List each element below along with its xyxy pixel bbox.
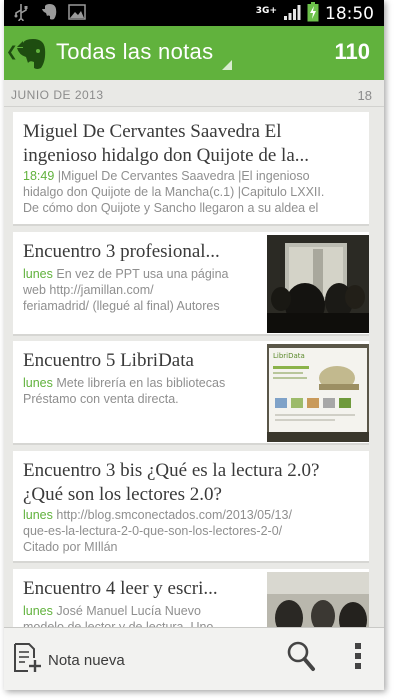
note-snippet-text: web http://jamillan.com/ — [23, 283, 154, 297]
screen: 3G+ 18:50 ❮ Todas las notas 110 JUNIO DE… — [4, 0, 384, 690]
month-section-header: JUNIO DE 2013 18 — [4, 86, 384, 108]
note-title: Encuentro 5 LibriData — [23, 350, 194, 371]
network-type: 3G+ — [255, 5, 277, 16]
note-snippet-text: hidalgo don Quijote de la Mancha(c.1) |C… — [23, 185, 325, 199]
note-snippet-text: En vez de PPT usa una página — [52, 267, 229, 281]
note-snippet-text: José Manuel Lucía Nuevo — [52, 604, 201, 618]
note-title-line: Encuentro 3 bis ¿Qué es la lectura 2.0? — [23, 460, 320, 481]
note-date: lunes — [23, 604, 53, 618]
note-title-line: Miguel De Cervantes Saavedra El — [23, 121, 282, 142]
note-date: lunes — [23, 376, 53, 390]
note-title-line: ingenioso hidalgo don Quijote de la... — [23, 145, 310, 166]
search-icon[interactable] — [286, 640, 316, 672]
bottom-action-bar: Nota nueva — [4, 627, 384, 690]
phone-frame: 3G+ 18:50 ❮ Todas las notas 110 JUNIO DE… — [0, 0, 409, 700]
action-bar: ❮ Todas las notas 110 — [4, 26, 384, 80]
note-snippet-text: feriamadrid/ (llegué al final) Autores — [23, 299, 220, 313]
overflow-menu-icon[interactable] — [351, 640, 365, 672]
note-title: Encuentro 3 bis ¿Qué es la lectura 2.0? … — [23, 459, 320, 507]
note-snippet-text: que-es-la-lectura-2-0-que-son-los-lector… — [23, 524, 283, 538]
evernote-logo-icon[interactable] — [14, 35, 50, 71]
note-snippet-text: Préstamo con venta directa. — [23, 392, 179, 406]
status-bar: 3G+ 18:50 — [4, 0, 384, 26]
note-count: 110 — [334, 39, 371, 64]
usb-icon — [12, 3, 30, 21]
note-title: Miguel De Cervantes Saavedra El ingenios… — [23, 120, 309, 168]
note-date: 18:49 — [23, 169, 55, 183]
section-count: 18 — [357, 88, 372, 103]
note-snippet-text: Citado por MIllán — [23, 540, 118, 554]
new-note-button[interactable]: Nota nueva — [12, 642, 125, 678]
note-date: lunes — [23, 267, 53, 281]
note-snippet: lunes http://blog.smconectados.com/2013/… — [23, 507, 363, 555]
note-snippet: lunes Mete librería en las bibliotecas P… — [23, 375, 268, 407]
note-snippet: 18:49 |Miguel De Cervantes Saavedra |El … — [23, 168, 363, 216]
note-snippet-text: http://blog.smconectados.com/2013/05/13/ — [52, 508, 292, 522]
note-card[interactable]: Encuentro 3 bis ¿Qué es la lectura 2.0? … — [13, 451, 369, 563]
section-divider — [4, 106, 384, 107]
note-title: Encuentro 3 profesional... — [23, 241, 220, 262]
new-note-icon — [12, 642, 42, 678]
note-snippet-text: |Miguel De Cervantes Saavedra |El ingeni… — [54, 169, 310, 183]
clock: 18:50 — [325, 4, 374, 24]
note-title-line: ¿Qué son los lectores 2.0? — [23, 484, 222, 505]
new-note-label: Nota nueva — [48, 651, 125, 669]
note-card[interactable]: Miguel De Cervantes Saavedra El ingenios… — [13, 112, 369, 226]
signal-icon — [283, 4, 301, 24]
note-snippet: lunes En vez de PPT usa una página web h… — [23, 266, 268, 314]
note-snippet-text: Mete librería en las bibliotecas — [52, 376, 226, 390]
section-label: JUNIO DE 2013 — [11, 88, 104, 102]
image-icon — [68, 3, 86, 21]
note-card[interactable]: Encuentro 5 LibriData lunes Mete librerí… — [13, 341, 369, 445]
evernote-elephant-icon — [40, 3, 58, 21]
note-title: Encuentro 4 leer y escri... — [23, 578, 218, 599]
battery-charging-icon — [307, 2, 319, 26]
notebook-title[interactable]: Todas las notas — [56, 39, 213, 65]
note-thumbnail: LibriData — [267, 344, 369, 442]
dropdown-indicator-icon[interactable] — [222, 60, 232, 70]
note-thumbnail — [267, 235, 369, 333]
note-date: lunes — [23, 508, 53, 522]
note-card[interactable]: Encuentro 3 profesional... lunes En vez … — [13, 232, 369, 336]
note-snippet-text: De cómo don Quijote y Sancho llegaron a … — [23, 201, 319, 215]
thumbnail-text: LibriData — [273, 352, 305, 360]
